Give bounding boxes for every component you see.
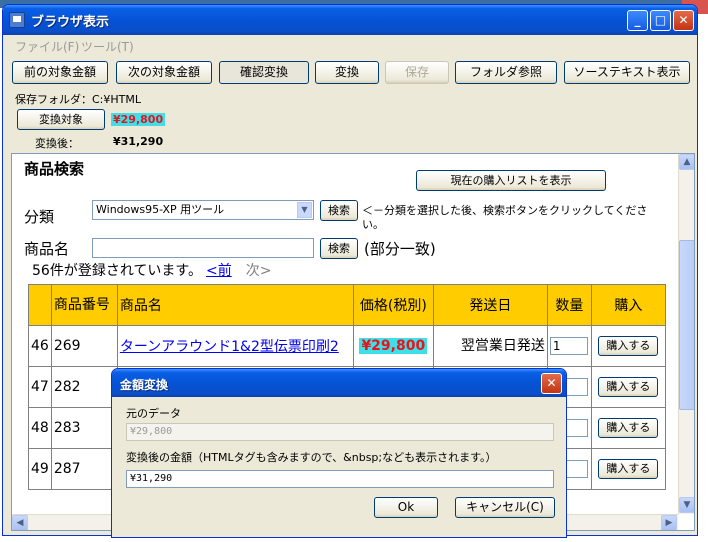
- col-buy: 購入: [590, 284, 666, 326]
- close-button[interactable]: ✕: [673, 10, 694, 31]
- after-amount: ¥31,290: [113, 135, 164, 148]
- search-hint: ＜－分類を選択した後、検索ボタンをクリックしてください。: [362, 204, 648, 231]
- window-title: ブラウザ表示: [31, 15, 110, 30]
- partial-match-label: (部分一致): [364, 240, 436, 258]
- dialog-close-button[interactable]: ✕: [541, 373, 562, 394]
- prev-amount-button[interactable]: 前の対象金額: [12, 61, 108, 84]
- browse-folder-button[interactable]: フォルダ参照: [455, 61, 557, 84]
- col-name: 商品名: [116, 284, 354, 326]
- after-label: 変換後：: [35, 137, 79, 150]
- table-header-row: 商品番号 商品名 価格(税別) 発送日 数量 購入: [28, 284, 666, 326]
- converted-amount-label: 変換後の金額（HTMLタグも含みますので、&nbsp;なども表示されます。）: [126, 451, 497, 464]
- product-name-input[interactable]: [92, 238, 314, 258]
- product-link[interactable]: ターンアラウンド1&2型伝票印刷2: [120, 339, 339, 355]
- category-select-value: Windows95-XP 用ツール: [96, 203, 225, 216]
- row-price: ¥29,800: [359, 338, 428, 354]
- vertical-scrollbar[interactable]: ▲ ▼: [678, 154, 694, 514]
- row-index: 46: [28, 325, 52, 367]
- row-code: 283: [50, 407, 118, 449]
- title-bar[interactable]: ブラウザ表示 _ □ ✕: [3, 5, 697, 35]
- row-index: 47: [28, 366, 52, 408]
- scroll-thumb[interactable]: [679, 240, 694, 410]
- amount-convert-dialog: 金額変換 ✕ 元のデータ ¥29,800 変換後の金額（HTMLタグも含みますの…: [111, 368, 567, 538]
- maximize-button[interactable]: □: [650, 10, 671, 31]
- buy-button[interactable]: 購入する: [598, 377, 659, 397]
- menu-bar: ファイル(F) ツール(T): [3, 35, 697, 55]
- save-button[interactable]: 保存: [385, 61, 449, 84]
- dialog-title: 金額変換: [120, 378, 169, 392]
- name-search-button[interactable]: 検索: [320, 238, 358, 259]
- buy-button[interactable]: 購入する: [598, 336, 659, 356]
- page-heading: 商品検索: [24, 160, 85, 178]
- category-search-button[interactable]: 検索: [320, 200, 358, 221]
- col-index: [28, 284, 52, 326]
- convert-button[interactable]: 変換: [315, 61, 379, 84]
- scroll-up-icon[interactable]: ▲: [679, 154, 694, 170]
- category-label: 分類: [24, 208, 55, 226]
- col-ship: 発送日: [432, 284, 548, 326]
- buy-button[interactable]: 購入する: [598, 418, 659, 438]
- target-amount: ¥29,800: [111, 113, 166, 126]
- original-data-field: ¥29,800: [126, 423, 554, 441]
- menu-file[interactable]: ファイル(F): [15, 38, 79, 55]
- col-code: 商品番号: [50, 284, 118, 326]
- category-select[interactable]: Windows95-XP 用ツール ▼: [92, 200, 314, 220]
- product-name-label: 商品名: [24, 240, 70, 258]
- buy-button[interactable]: 購入する: [598, 459, 659, 479]
- minimize-button[interactable]: _: [627, 10, 648, 31]
- col-price: 価格(税別): [352, 284, 434, 326]
- registered-count: 56件が登録されています。: [32, 263, 202, 279]
- quantity-input[interactable]: 1: [549, 337, 588, 355]
- next-amount-button[interactable]: 次の対象金額: [116, 61, 212, 84]
- dialog-title-bar[interactable]: 金額変換 ✕: [112, 369, 566, 397]
- prev-page-link[interactable]: <前: [206, 263, 232, 279]
- show-source-button[interactable]: ソーステキスト表示: [564, 61, 690, 84]
- chevron-down-icon[interactable]: ▼: [297, 202, 312, 218]
- row-code: 287: [50, 448, 118, 490]
- result-count: 56件が登録されています。 <前 次>: [32, 260, 271, 280]
- scroll-right-icon[interactable]: ▶: [661, 515, 677, 530]
- confirm-convert-button[interactable]: 確認変換: [219, 61, 309, 84]
- save-folder-label: 保存フォルダ：C:¥HTML: [15, 93, 141, 106]
- row-code: 282: [50, 366, 118, 408]
- menu-tools[interactable]: ツール(T): [81, 38, 134, 55]
- cancel-button[interactable]: キャンセル(C): [455, 497, 555, 518]
- row-index: 49: [28, 448, 52, 490]
- next-page-link: 次>: [245, 263, 272, 279]
- row-ship: 翌営業日発送: [432, 325, 548, 367]
- ok-button[interactable]: Ok: [374, 497, 438, 518]
- table-row: 46 269 ターンアラウンド1&2型伝票印刷2 ¥29,800 翌営業日発送 …: [28, 325, 666, 367]
- scroll-down-icon[interactable]: ▼: [679, 497, 694, 513]
- show-purchase-list-button[interactable]: 現在の購入リストを表示: [416, 170, 606, 191]
- converted-amount-field[interactable]: ¥31,290: [126, 470, 554, 488]
- convert-target-button[interactable]: 変換対象: [17, 109, 105, 130]
- row-code: 269: [50, 325, 118, 367]
- row-index: 48: [28, 407, 52, 449]
- scroll-left-icon[interactable]: ◀: [12, 515, 28, 530]
- original-data-label: 元のデータ: [126, 407, 181, 420]
- col-qty: 数量: [546, 284, 592, 326]
- app-icon: [9, 12, 25, 28]
